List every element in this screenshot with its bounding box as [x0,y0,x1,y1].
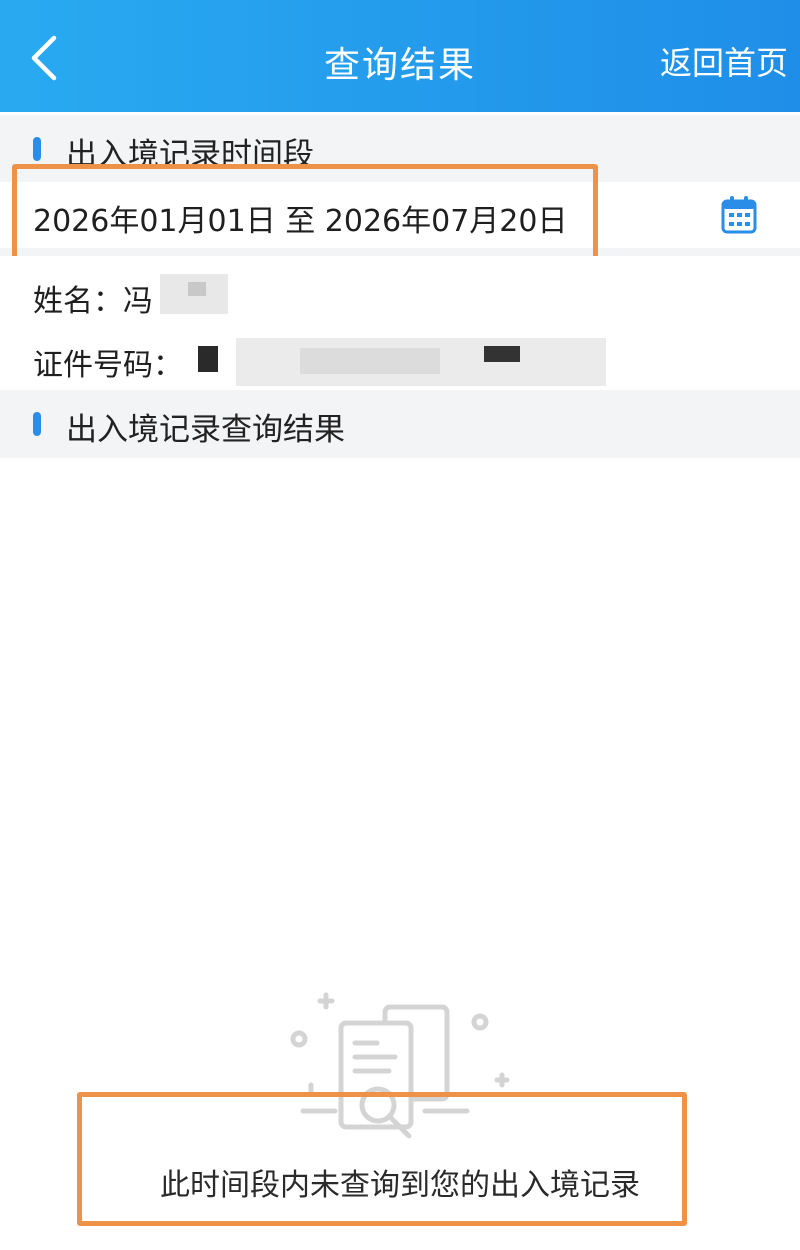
results-section-title: 出入境记录查询结果 [66,412,345,448]
name-row: 姓名：冯 [33,276,153,320]
masked-id-end [484,346,520,362]
section-marker [33,137,41,161]
id-row: 证件号码： [33,340,183,384]
highlight-box-date [12,164,598,266]
return-home-link[interactable]: 返回首页 [660,38,788,84]
id-label: 证件号码： [33,348,183,383]
highlight-box-message [77,1092,687,1226]
results-section-header: 出入境记录查询结果 [0,390,800,458]
name-value: 冯 [123,284,153,319]
calendar-button[interactable] [720,195,758,235]
name-label: 姓名： [33,284,123,319]
masked-id-start [198,346,218,372]
top-nav-bar: 查询结果 返回首页 [0,0,800,112]
masked-id-middle [300,348,440,374]
calendar-icon [721,196,757,234]
personal-info: 姓名：冯 证件号码： [0,256,800,390]
section-marker [33,412,41,436]
masked-name-pixel [188,282,206,296]
